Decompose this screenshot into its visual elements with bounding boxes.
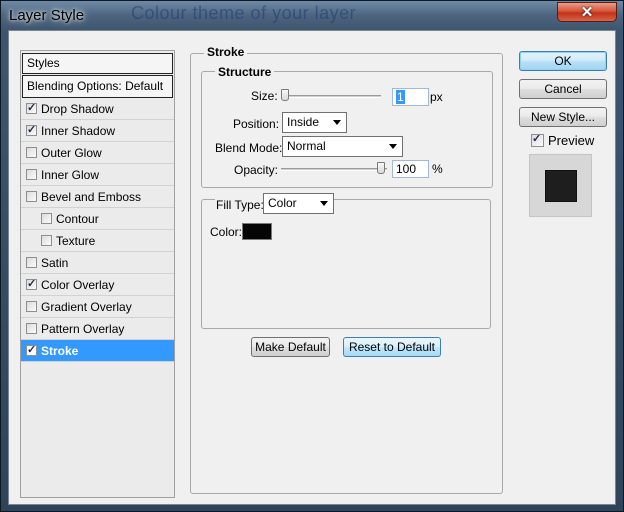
style-item-stroke[interactable]: Stroke [21,340,174,362]
stroke-checkbox[interactable] [26,343,37,356]
size-slider-thumb[interactable] [281,89,289,101]
inner-shadow-checkbox[interactable] [26,123,37,136]
bevel-emboss-checkbox[interactable] [26,191,37,202]
chevron-down-icon [333,120,341,125]
opacity-input[interactable]: 100 [392,160,429,178]
style-item-label: Drop Shadow [41,101,114,116]
window-title: Layer Style [9,7,85,24]
style-item-label: Bevel and Emboss [41,189,142,204]
color-label: Color: [210,225,243,239]
pattern-overlay-checkbox[interactable] [26,323,37,334]
new-style-button[interactable]: New Style... [519,107,607,127]
style-item-contour[interactable]: Contour [21,208,174,230]
fill-group [201,199,491,329]
style-item-color-overlay[interactable]: Color Overlay [21,274,174,296]
opacity-slider[interactable] [281,168,387,171]
size-value: 1 [396,90,405,104]
blending-options-item[interactable]: Blending Options: Default [22,75,173,98]
structure-title: Structure [215,65,275,79]
opacity-unit: % [432,162,443,176]
style-item-inner-shadow[interactable]: Inner Shadow [21,120,174,142]
style-item-label: Inner Glow [41,167,100,182]
layer-style-window: Colour theme of your layer Layer Style ✕… [0,0,624,512]
fill-type-value: Color [268,196,297,210]
fill-type-dropdown[interactable]: Color [263,193,334,214]
blend-mode-label: Blend Mode: [215,141,283,155]
cancel-button[interactable]: Cancel [519,79,607,99]
inner-glow-checkbox[interactable] [26,169,37,180]
size-input[interactable]: 1 [392,88,429,106]
style-item-label: Stroke [41,343,79,358]
make-default-button[interactable]: Make Default [251,337,330,357]
position-dropdown[interactable]: Inside [282,112,347,133]
preview-label: Preview [548,133,595,148]
styles-header[interactable]: Styles [22,53,173,74]
size-label: Size: [251,89,278,103]
style-item-label: Texture [56,233,96,248]
style-item-gradient-overlay[interactable]: Gradient Overlay [21,296,174,318]
texture-checkbox[interactable] [41,235,52,246]
reset-to-default-button[interactable]: Reset to Default [343,337,441,357]
style-item-bevel-emboss[interactable]: Bevel and Emboss [21,186,174,208]
style-item-label: Color Overlay [41,277,115,292]
style-item-label: Pattern Overlay [41,321,125,336]
chevron-down-icon [389,144,397,149]
preview-swatch [545,170,577,202]
stroke-color-swatch[interactable] [242,223,272,240]
style-item-label: Satin [41,255,69,270]
ok-button[interactable]: OK [519,51,607,71]
style-item-texture[interactable]: Texture [21,230,174,252]
size-slider[interactable] [281,95,381,98]
opacity-slider-thumb[interactable] [377,162,385,174]
style-item-satin[interactable]: Satin [21,252,174,274]
fill-type-label: Fill Type: [215,198,265,212]
outer-glow-checkbox[interactable] [26,147,37,158]
dialog-client-area: Styles Blending Options: Default Drop Sh… [8,30,616,505]
blend-mode-dropdown[interactable]: Normal [282,136,403,157]
style-preview [529,154,592,217]
close-icon: ✕ [580,4,594,21]
blend-mode-value: Normal [287,139,326,153]
styles-list: Styles Blending Options: Default Drop Sh… [20,50,175,498]
style-item-drop-shadow[interactable]: Drop Shadow [21,98,174,120]
satin-checkbox[interactable] [26,257,37,268]
style-item-outer-glow[interactable]: Outer Glow [21,142,174,164]
style-item-label: Gradient Overlay [41,299,132,314]
style-item-label: Outer Glow [41,145,102,160]
contour-checkbox[interactable] [41,213,52,224]
gradient-overlay-checkbox[interactable] [26,301,37,312]
drop-shadow-checkbox[interactable] [26,101,37,114]
position-label: Position: [233,117,280,131]
opacity-label: Opacity: [234,163,279,177]
style-item-label: Contour [56,211,99,226]
style-item-label: Inner Shadow [41,123,116,138]
style-item-inner-glow[interactable]: Inner Glow [21,164,174,186]
preview-toggle[interactable]: Preview [531,132,595,148]
position-value: Inside [287,115,320,129]
close-button[interactable]: ✕ [557,2,617,22]
style-item-pattern-overlay[interactable]: Pattern Overlay [21,318,174,340]
background-title-text: Colour theme of your layer [131,3,357,23]
size-unit: px [430,90,443,104]
preview-checkbox[interactable] [531,132,544,147]
stroke-group-title: Stroke [204,45,248,59]
chevron-down-icon [320,201,328,206]
color-overlay-checkbox[interactable] [26,277,37,290]
